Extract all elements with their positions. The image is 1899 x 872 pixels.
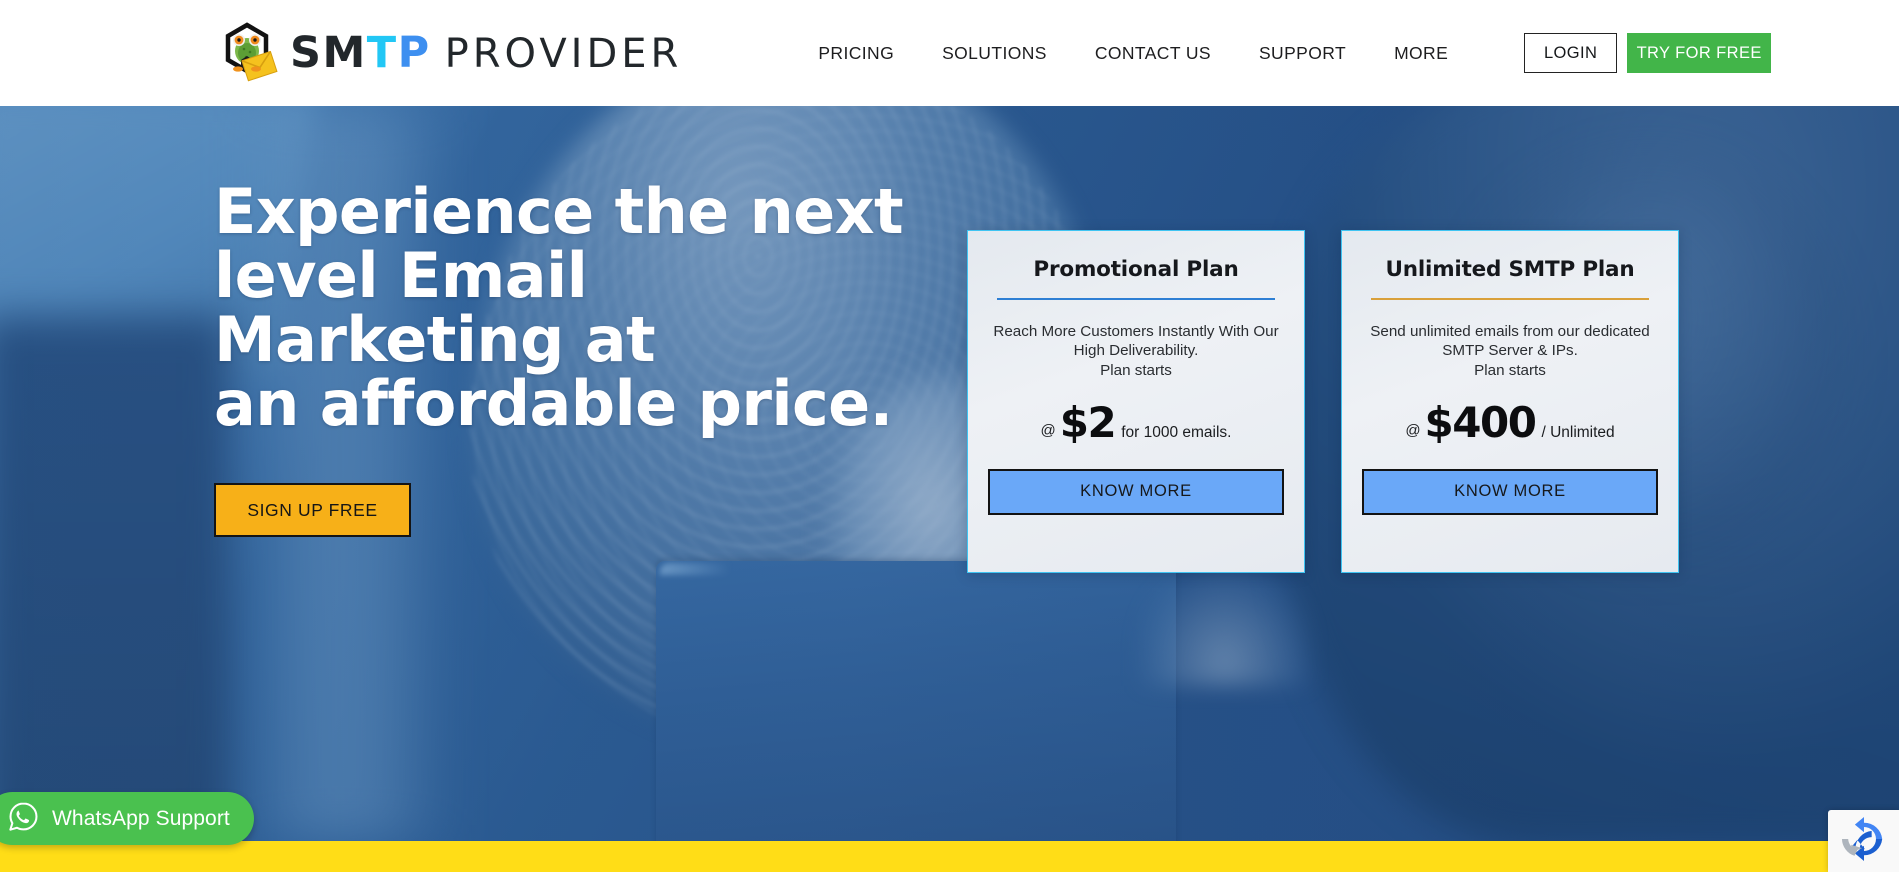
plan-description-line: Send unlimited emails from our dedicated	[1370, 323, 1650, 340]
hero-title-line: an affordable price.	[214, 366, 893, 440]
site-header: SM T P PROVIDER PRICING SOLUTIONS CONTACT U…	[0, 0, 1899, 106]
plan-divider	[997, 298, 1275, 300]
plan-description-line: SMTP Server & IPs.	[1442, 342, 1578, 360]
bottom-yellow-bar	[0, 841, 1899, 872]
plan-card-unlimited-smtp[interactable]: Unlimited SMTP Plan Send unlimited email…	[1341, 230, 1679, 573]
plan-description-line: High Deliverability.	[1073, 342, 1199, 360]
plan-card-promotional[interactable]: Promotional Plan Reach More Customers In…	[967, 230, 1305, 573]
price-at-symbol: @	[1405, 421, 1421, 439]
nav-item-contact-us[interactable]: CONTACT US	[1071, 43, 1235, 64]
whatsapp-support-button[interactable]: WhatsApp Support	[0, 792, 254, 845]
know-more-button[interactable]: KNOW MORE	[988, 468, 1284, 515]
hero-title-line: Experience the next	[214, 175, 904, 248]
know-more-button[interactable]: KNOW MORE	[1362, 468, 1658, 515]
site-logo[interactable]: SM T P PROVIDER	[214, 20, 682, 86]
nav-item-pricing[interactable]: PRICING	[818, 43, 918, 64]
plan-description: Send unlimited emails from our dedicated…	[1362, 322, 1658, 380]
page-root: SM T P PROVIDER PRICING SOLUTIONS CONTACT U…	[0, 0, 1899, 872]
recaptcha-badge[interactable]	[1828, 810, 1899, 872]
recaptcha-icon	[1841, 816, 1887, 867]
whatsapp-support-label: WhatsApp Support	[52, 806, 230, 830]
wordmark-sm: SM	[290, 27, 367, 78]
plan-title: Unlimited SMTP Plan	[1385, 257, 1635, 282]
brand-wordmark: SM T P PROVIDER	[290, 27, 683, 78]
price-at-symbol: @	[1040, 421, 1056, 439]
price-suffix: / Unlimited	[1541, 423, 1615, 441]
login-button[interactable]: LOGIN	[1524, 33, 1618, 73]
nav-item-more[interactable]: MORE	[1370, 43, 1472, 64]
wordmark-t: T	[366, 27, 398, 78]
price-suffix: for 1000 emails.	[1121, 423, 1232, 441]
hero-title-line: level Email	[214, 238, 588, 312]
hero-title-line: Marketing at	[214, 302, 656, 376]
sign-up-free-button[interactable]: SIGN UP FREE	[214, 483, 411, 538]
price-amount: $400	[1424, 397, 1537, 447]
header-actions: LOGIN TRY FOR FREE	[1524, 33, 1772, 73]
hero-content: Experience the next level Email Marketin…	[214, 175, 904, 538]
nav-item-support[interactable]: SUPPORT	[1235, 43, 1370, 64]
plan-price: @ $2 for 1000 emails.	[988, 397, 1284, 447]
main-navigation: PRICING SOLUTIONS CONTACT US SUPPORT MOR…	[818, 43, 1472, 64]
plan-description: Reach More Customers Instantly With Our …	[988, 322, 1284, 380]
hero-section: Experience the next level Email Marketin…	[0, 106, 1899, 841]
try-for-free-button[interactable]: TRY FOR FREE	[1627, 33, 1772, 73]
frog-envelope-logo-icon	[214, 20, 280, 86]
plan-divider	[1371, 298, 1649, 300]
plan-title: Promotional Plan	[1033, 257, 1239, 282]
plan-description-line: Reach More Customers Instantly With Our	[993, 323, 1279, 340]
price-amount: $2	[1059, 397, 1117, 447]
plan-price: @ $400 / Unlimited	[1362, 397, 1658, 447]
plan-description-line: Plan starts	[1474, 361, 1546, 379]
wordmark-p: P	[397, 27, 431, 78]
wordmark-provider: PROVIDER	[444, 30, 683, 77]
nav-item-solutions[interactable]: SOLUTIONS	[918, 43, 1071, 64]
plan-description-line: Plan starts	[1100, 361, 1172, 379]
whatsapp-icon	[8, 801, 39, 837]
hero-title: Experience the next level Email Marketin…	[214, 175, 904, 440]
